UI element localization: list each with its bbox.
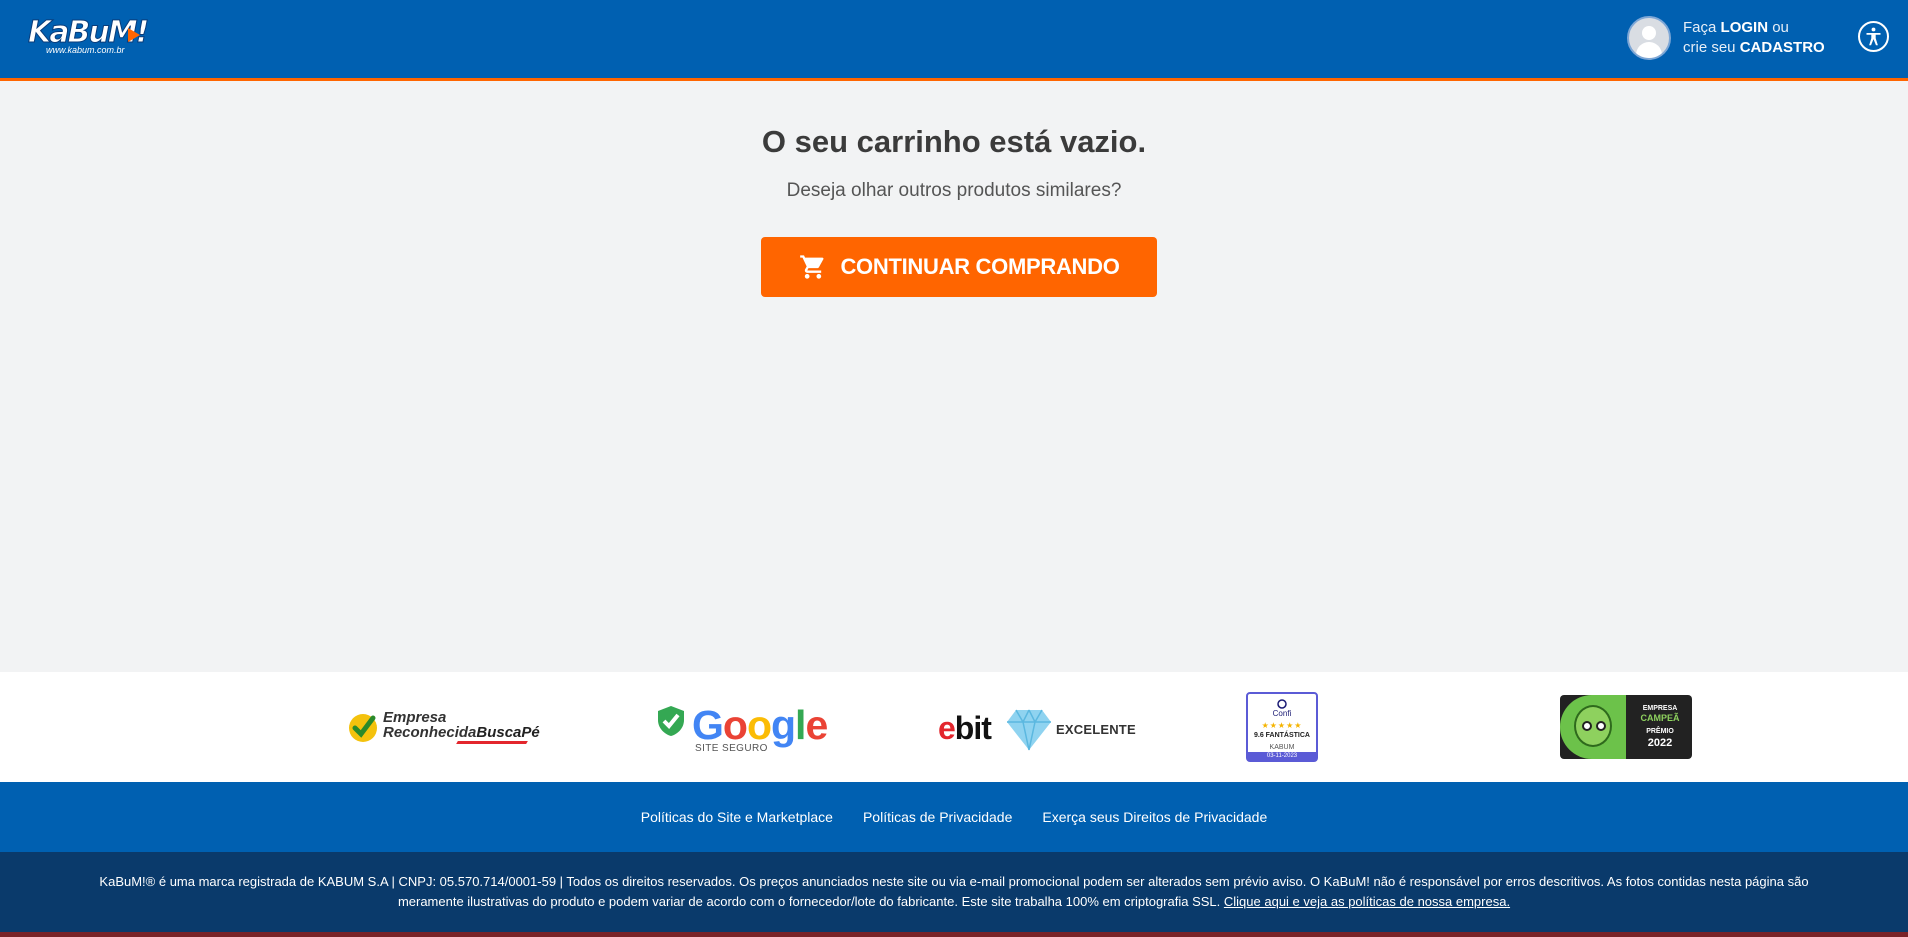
ebit-wordmark: ebit xyxy=(938,710,992,746)
login-bold: LOGIN xyxy=(1720,19,1769,36)
mascot-icon xyxy=(1574,705,1612,747)
premio-seal[interactable]: EMPRESA CAMPEÃ PRÊMIO 2022 xyxy=(1560,695,1692,759)
site-header: KaBuM! www.kabum.com.br Faça LOGIN ou cr… xyxy=(0,0,1908,81)
logo-url: www.kabum.com.br xyxy=(46,45,125,55)
ebit-label: EXCELENTE xyxy=(1056,722,1136,737)
footer-link-privacy-policies[interactable]: Políticas de Privacidade xyxy=(863,809,1012,825)
confi-logo-icon xyxy=(1277,699,1287,709)
login-register-link[interactable]: Faça LOGIN ou crie seu CADASTRO xyxy=(1627,14,1837,62)
login-text: Faça LOGIN ou crie seu CADASTRO xyxy=(1683,18,1825,58)
google-subtitle: SITE SEGURO xyxy=(695,743,768,754)
empty-cart-subtitle: Deseja olhar outros produtos similares? xyxy=(786,180,1122,201)
empty-cart-section: O seu carrinho está vazio. Deseja olhar … xyxy=(0,84,1908,672)
diamond-icon xyxy=(1007,709,1051,751)
user-avatar-icon xyxy=(1627,16,1671,60)
footer-link-site-policies[interactable]: Políticas do Site e Marketplace xyxy=(641,809,833,825)
google-safe-seal[interactable]: Google SITE SEGURO xyxy=(656,703,828,754)
legal-text: KaBuM!® é uma marca registrada de KABUM … xyxy=(99,874,1809,909)
rating-stars-icon: ★★★★★ xyxy=(1261,721,1303,730)
footer-links: Políticas do Site e Marketplace Política… xyxy=(0,782,1908,852)
bottom-strip xyxy=(0,932,1908,937)
buscape-text: Empresa ReconhecidaBuscaPé xyxy=(383,709,540,741)
register-prefix: crie seu xyxy=(1683,39,1736,56)
confi-seal[interactable]: Confi ★★★★★ 9.6 FANTÁSTICA KABUM 03-11-2… xyxy=(1246,692,1318,762)
accessibility-icon xyxy=(1866,27,1881,46)
ebit-seal[interactable]: ebit EXCELENTE xyxy=(938,707,1136,751)
footer-link-privacy-rights[interactable]: Exerça seus Direitos de Privacidade xyxy=(1042,809,1267,825)
continue-shopping-button[interactable]: CONTINUAR COMPRANDO xyxy=(761,237,1157,297)
legal-notice: KaBuM!® é uma marca registrada de KABUM … xyxy=(0,852,1908,932)
google-wordmark: Google xyxy=(692,702,828,748)
login-prefix: Faça xyxy=(1683,19,1717,36)
cart-icon xyxy=(800,255,824,279)
buscape-seal[interactable]: Empresa ReconhecidaBuscaPé xyxy=(347,708,540,748)
register-bold: CADASTRO xyxy=(1739,39,1825,56)
check-icon xyxy=(349,714,377,742)
policies-link[interactable]: Clique aqui e veja as políticas de nossa… xyxy=(1224,894,1510,909)
accessibility-button[interactable] xyxy=(1858,21,1889,52)
shield-check-icon xyxy=(658,706,684,736)
empty-cart-title: O seu carrinho está vazio. xyxy=(761,124,1147,159)
kabum-logo[interactable]: KaBuM! www.kabum.com.br xyxy=(27,15,149,58)
continue-shopping-label: CONTINUAR COMPRANDO xyxy=(840,254,1120,279)
login-suffix: ou xyxy=(1772,19,1789,36)
logo-arrow-icon xyxy=(128,28,140,42)
trust-seals: Empresa ReconhecidaBuscaPé Google SITE S… xyxy=(0,672,1908,782)
